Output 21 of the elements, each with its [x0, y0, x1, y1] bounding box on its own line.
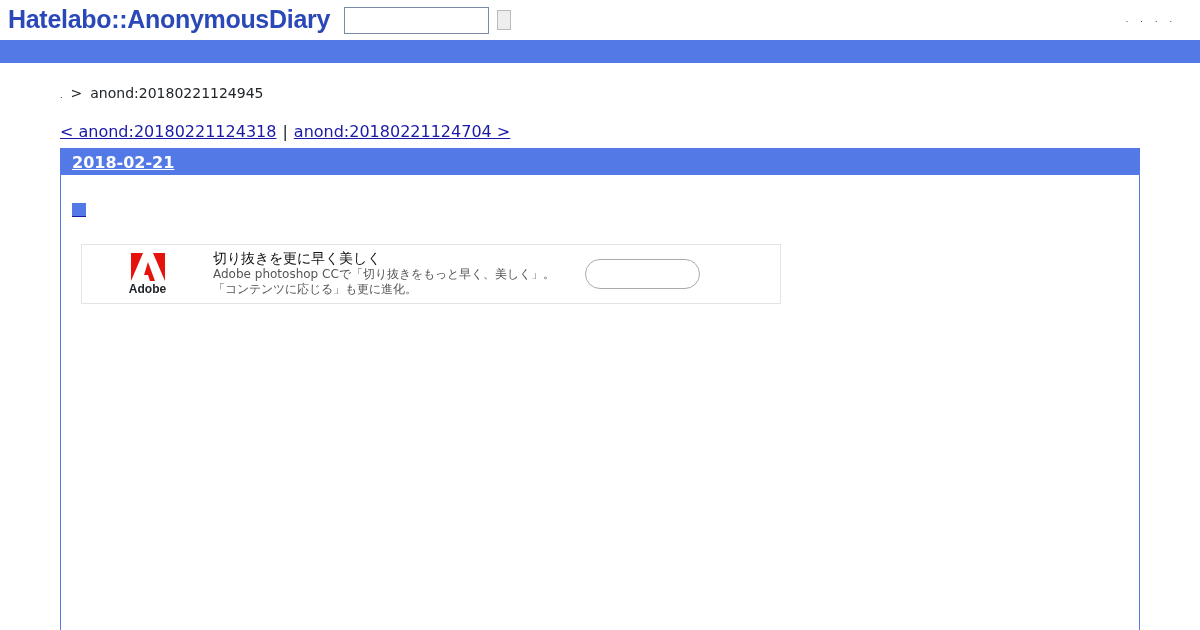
menu-link[interactable]: . — [1125, 14, 1129, 26]
ad-action-button[interactable] — [585, 258, 700, 289]
next-entry-link[interactable]: anond:20180221124704 > — [293, 120, 511, 144]
breadcrumb-separator: > — [70, 84, 83, 103]
entry-link-square[interactable] — [72, 203, 86, 217]
adobe-logo-icon — [130, 252, 165, 281]
breadcrumb-current: anond:20180221124945 — [90, 84, 264, 103]
search-field[interactable] — [344, 6, 489, 34]
ad-title: 切り抜きを更に早く美しく — [213, 250, 382, 267]
ad-description: Adobe photoshop CCで「切り抜きをもっと早く、美しく」。「コンテンツに応じる」も更に進化。 — [213, 266, 556, 297]
home-link[interactable]: . — [60, 90, 63, 102]
menu-link[interactable]: . — [1169, 14, 1172, 26]
pager-divider: | — [282, 121, 288, 143]
ad-banner[interactable]: Adobe 切り抜きを更に早く美しく Adobe photoshop CCで「切り抜きをもっと早く、美しく」。「コンテンツに応じる」も更に進化。 — [81, 243, 781, 304]
site-logo[interactable]: Hatelabo::AnonymousDiary — [8, 1, 330, 39]
search-button[interactable] — [497, 10, 511, 30]
menu-link[interactable]: . — [1154, 14, 1158, 26]
menu-link[interactable]: . — [1140, 14, 1143, 26]
ad-brand: Adobe — [128, 282, 167, 295]
previous-entry-link[interactable]: < anond:20180221124318 — [60, 120, 277, 144]
date-link[interactable]: 2018-02-21 — [72, 153, 175, 172]
